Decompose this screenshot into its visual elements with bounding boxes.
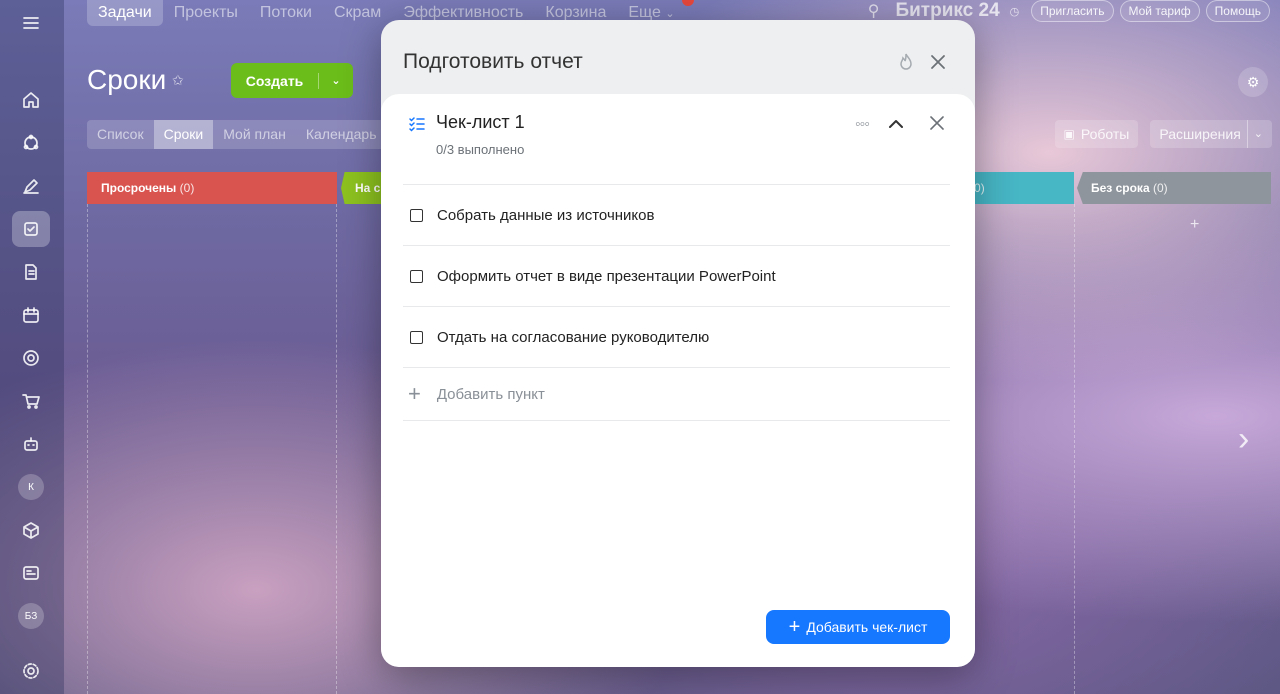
- tab-tasks[interactable]: Задачи: [87, 0, 163, 26]
- box-icon[interactable]: [12, 512, 50, 548]
- right-tools: ▣ Роботы Расширения ⌄: [1054, 120, 1272, 148]
- checkbox[interactable]: [410, 208, 423, 222]
- column-no-deadline: Без срока (0): [1077, 172, 1271, 204]
- calendar-icon[interactable]: [12, 297, 50, 333]
- column-overdue: Просрочены (0): [87, 172, 337, 204]
- checkbox[interactable]: [410, 269, 423, 283]
- clock-icon: ◷: [1009, 5, 1020, 18]
- top-right-bar: ⚲ Битрикс 24 ◷ Пригласить Мой тариф Помо…: [868, 0, 1270, 22]
- tab-calendar[interactable]: Календарь: [296, 120, 387, 149]
- checklist-panel: Чек-лист 1 0/3 выполнено ◦◦◦ Собрать дан…: [381, 94, 975, 667]
- avatar-k[interactable]: К: [12, 469, 50, 505]
- robot-icon: ▣: [1063, 127, 1075, 141]
- column-divider: [1074, 204, 1075, 694]
- modal-title: Подготовить отчет: [403, 50, 583, 73]
- column-divider: [336, 204, 337, 694]
- chevron-right-icon[interactable]: ›: [1238, 420, 1249, 459]
- column-divider: [87, 204, 88, 694]
- extensions-button[interactable]: Расширения ⌄: [1150, 120, 1272, 148]
- brand-logo: Битрикс 24: [895, 0, 1000, 21]
- crm-icon[interactable]: [12, 125, 50, 161]
- robot-icon[interactable]: [12, 426, 50, 462]
- add-checklist-button[interactable]: + Добавить чек-лист: [766, 610, 950, 644]
- chevron-up-icon[interactable]: [886, 114, 906, 134]
- checkbox[interactable]: [410, 330, 423, 344]
- invite-button[interactable]: Пригласить: [1031, 0, 1114, 22]
- pin-icon[interactable]: ✩: [172, 72, 184, 89]
- target-icon[interactable]: [12, 340, 50, 376]
- checklist-item[interactable]: Собрать данные из источников: [403, 185, 950, 245]
- tab-flows[interactable]: Потоки: [249, 0, 323, 26]
- tab-projects[interactable]: Проекты: [163, 0, 249, 26]
- chevron-down-icon: ⌄: [1246, 120, 1263, 148]
- help-button[interactable]: Помощь: [1205, 0, 1270, 22]
- notification-badge: [681, 0, 694, 6]
- flame-icon[interactable]: [896, 52, 916, 72]
- tab-deadlines[interactable]: Сроки: [153, 120, 214, 149]
- tariff-button[interactable]: Мой тариф: [1119, 0, 1200, 22]
- close-icon[interactable]: [928, 52, 948, 72]
- create-button[interactable]: Создать ⌄: [231, 63, 353, 98]
- pen-icon[interactable]: [12, 168, 50, 204]
- checklist-title[interactable]: Чек-лист 1: [436, 112, 525, 133]
- view-tabs: Список Сроки Мой план Календарь: [87, 120, 387, 149]
- column-later: е (0): [960, 172, 1074, 204]
- checklist-progress: 0/3 выполнено: [436, 142, 525, 157]
- more-icon[interactable]: ◦◦◦: [855, 116, 870, 134]
- home-icon[interactable]: [12, 82, 50, 118]
- tab-scrum[interactable]: Скрам: [323, 0, 392, 26]
- checklist-item[interactable]: Отдать на согласование руководителю: [403, 307, 950, 367]
- cart-icon[interactable]: [12, 383, 50, 419]
- page-title: Сроки: [87, 64, 167, 95]
- close-icon[interactable]: [928, 114, 946, 132]
- gear-icon[interactable]: ⚙: [1238, 67, 1268, 97]
- checklist-modal: Подготовить отчет Чек-лист 1 0/3 выполне…: [381, 20, 975, 667]
- robots-button[interactable]: ▣ Роботы: [1054, 120, 1139, 148]
- tab-list[interactable]: Список: [87, 120, 154, 149]
- checklist-item[interactable]: Оформить отчет в виде презентации PowerP…: [403, 246, 950, 306]
- divider: [403, 367, 950, 368]
- tab-my-plan[interactable]: Мой план: [213, 120, 296, 149]
- checklist-icon: [409, 117, 425, 132]
- tasks-icon[interactable]: [12, 211, 50, 247]
- plus-icon: +: [788, 616, 801, 638]
- add-item-button[interactable]: + Добавить пункт: [403, 374, 545, 414]
- contact-card-icon[interactable]: [12, 555, 50, 591]
- avatar-bz[interactable]: БЗ: [12, 598, 50, 634]
- search-icon[interactable]: ⚲: [868, 1, 880, 21]
- settings-icon[interactable]: [12, 653, 50, 689]
- left-sidebar: К БЗ: [0, 0, 64, 694]
- document-icon[interactable]: [12, 254, 50, 290]
- plus-icon: +: [408, 381, 421, 406]
- chevron-down-icon: ⌄: [665, 8, 675, 20]
- add-task-icon[interactable]: +: [1190, 216, 1199, 234]
- divider: [403, 420, 950, 421]
- menu-icon[interactable]: [12, 5, 50, 41]
- chevron-down-icon[interactable]: ⌄: [319, 74, 353, 87]
